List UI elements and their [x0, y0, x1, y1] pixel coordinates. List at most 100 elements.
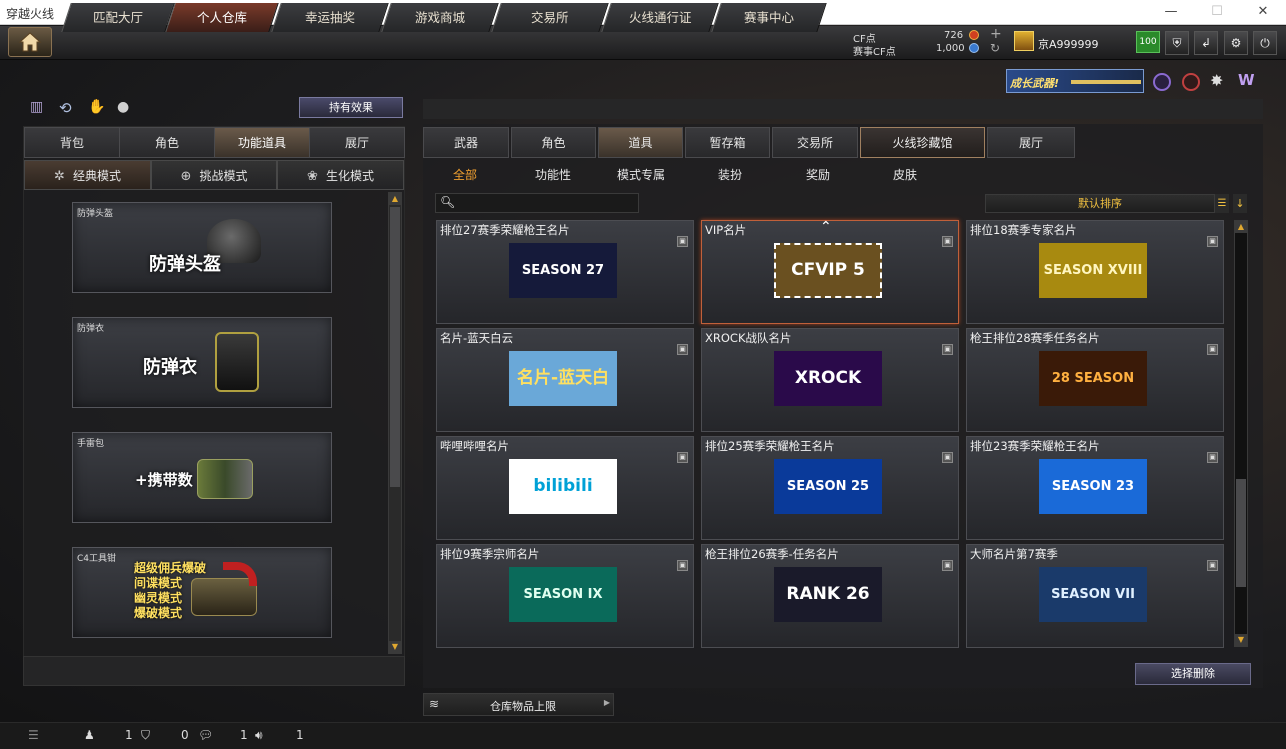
- gear-icon[interactable]: ⚙: [1224, 31, 1248, 55]
- maximize-button[interactable]: ☐: [1194, 0, 1240, 25]
- name-card[interactable]: 排位18赛季专家名片 ▣ SEASON XVIII: [966, 220, 1224, 324]
- item-grenade-pack[interactable]: 手雷包 +携带数: [72, 432, 332, 523]
- name-card[interactable]: VIP名片 ▣ CFVIP 5 ⌃: [701, 219, 959, 324]
- right-tab[interactable]: 武器: [423, 127, 509, 158]
- mode-tab[interactable]: ⊕ 挑战模式: [151, 160, 277, 190]
- item-helmet[interactable]: 防弹头盔 防弹头盔: [72, 202, 332, 293]
- friends-icon[interactable]: ♟: [84, 728, 95, 742]
- growth-weapon-banner[interactable]: 成长武器!: [1006, 69, 1144, 93]
- delete-button[interactable]: 选择删除: [1135, 663, 1251, 685]
- grenade-icon[interactable]: ●: [117, 99, 129, 115]
- scroll-up-icon[interactable]: ▲: [1235, 221, 1247, 233]
- burst-icon[interactable]: ✸: [1210, 71, 1223, 90]
- exit-arrow-icon[interactable]: ↲: [1194, 31, 1218, 55]
- nav-tab[interactable]: 火线通行证: [601, 3, 719, 32]
- minimize-button[interactable]: —: [1148, 0, 1194, 25]
- card-title: 排位27赛季荣耀枪王名片: [440, 223, 570, 237]
- lock-icon[interactable]: ▣: [942, 236, 953, 247]
- chevron-up-icon[interactable]: ⌃: [820, 219, 832, 235]
- left-scrollbar[interactable]: ▲ ▼: [388, 192, 402, 654]
- name-card[interactable]: 枪王排位28赛季任务名片 ▣ 28 SEASON: [966, 328, 1224, 432]
- item-vest[interactable]: 防弹衣 防弹衣: [72, 317, 332, 408]
- lock-icon[interactable]: ▣: [1207, 344, 1218, 355]
- lock-icon[interactable]: ▣: [677, 452, 688, 463]
- lock-icon[interactable]: ▣: [677, 236, 688, 247]
- lock-icon[interactable]: ▣: [677, 344, 688, 355]
- w-logo-icon[interactable]: W: [1238, 71, 1255, 89]
- card-title: XROCK战队名片: [705, 331, 792, 345]
- name-card[interactable]: 大师名片第7赛季 ▣ SEASON VII: [966, 544, 1224, 648]
- lock-icon[interactable]: ▣: [1207, 560, 1218, 571]
- sub-tab[interactable]: 奖励: [806, 166, 830, 183]
- sub-tab[interactable]: 全部: [453, 166, 477, 183]
- left-tab[interactable]: 功能道具: [214, 127, 310, 158]
- left-tab[interactable]: 背包: [24, 127, 120, 158]
- speaker-icon[interactable]: 🔊︎: [255, 728, 263, 743]
- add-points-icon[interactable]: +: [990, 26, 1002, 42]
- hand-icon[interactable]: ✋: [88, 99, 105, 115]
- right-scrollbar[interactable]: ▲ ▼: [1234, 220, 1248, 647]
- lock-icon[interactable]: ▣: [1207, 452, 1218, 463]
- sub-tab[interactable]: 模式专属: [617, 166, 665, 183]
- name-card[interactable]: 排位25赛季荣耀枪王名片 ▣ SEASON 25: [701, 436, 959, 540]
- name-card[interactable]: 排位9赛季宗师名片 ▣ SEASON IX: [436, 544, 694, 648]
- effect-button[interactable]: 持有效果: [299, 97, 403, 118]
- clan-shield-icon[interactable]: ⛉: [141, 728, 150, 743]
- nav-tab[interactable]: 个人仓库: [165, 3, 279, 32]
- nav-tab[interactable]: 交易所: [491, 3, 609, 32]
- sub-tab[interactable]: 装扮: [718, 166, 742, 183]
- stats-icon[interactable]: ▥: [30, 99, 43, 115]
- mode-label: 经典模式: [72, 169, 121, 183]
- scroll-up-icon[interactable]: ▲: [389, 193, 401, 205]
- nav-tab[interactable]: 游戏商城: [381, 3, 499, 32]
- lock-icon[interactable]: ▣: [942, 344, 953, 355]
- right-tab[interactable]: 火线珍藏馆: [860, 127, 985, 158]
- name-card[interactable]: XROCK战队名片 ▣ XROCK: [701, 328, 959, 432]
- close-button[interactable]: ✕: [1240, 0, 1286, 25]
- right-tab[interactable]: 展厅: [987, 127, 1075, 158]
- card-art-text: bilibili: [533, 476, 593, 496]
- lock-icon[interactable]: ▣: [942, 452, 953, 463]
- capacity-bar[interactable]: ≋ 仓库物品上限 ▶: [423, 693, 614, 716]
- lock-icon[interactable]: ▣: [1207, 236, 1218, 247]
- menu-icon[interactable]: ☰: [28, 728, 39, 742]
- mode-tab[interactable]: ❀ 生化模式: [277, 160, 404, 190]
- name-card[interactable]: 排位27赛季荣耀枪王名片 ▣ SEASON 27: [436, 220, 694, 324]
- scroll-down-icon[interactable]: ▼: [389, 641, 401, 653]
- sub-tab[interactable]: 皮肤: [893, 166, 917, 183]
- item-c4-tool[interactable]: C4工具钳 超级佣兵爆破 间谍模式 幽灵模式 爆破模式: [72, 547, 332, 638]
- right-tab[interactable]: 道具: [598, 127, 683, 158]
- right-tab[interactable]: 交易所: [772, 127, 858, 158]
- mode-tab[interactable]: ✲ 经典模式: [24, 160, 151, 190]
- lock-icon[interactable]: ▣: [942, 560, 953, 571]
- cycle-icon[interactable]: ⟲: [59, 99, 72, 117]
- left-tab[interactable]: 展厅: [309, 127, 405, 158]
- scroll-thumb[interactable]: [390, 207, 400, 487]
- chat-icon[interactable]: 💬︎: [198, 728, 213, 742]
- nav-tab[interactable]: 赛事中心: [711, 3, 827, 32]
- name-card[interactable]: 枪王排位26赛季-任务名片 ▣ RANK 26: [701, 544, 959, 648]
- name-card[interactable]: 名片-蓝天白云 ▣ 名片-蓝天白云: [436, 328, 694, 432]
- list-icon[interactable]: ☰: [1215, 194, 1229, 213]
- right-tab[interactable]: 暂存箱: [685, 127, 770, 158]
- shield-icon[interactable]: ⛨: [1165, 31, 1189, 55]
- left-tab[interactable]: 角色: [119, 127, 215, 158]
- name-card[interactable]: 哔哩哔哩名片 ▣ bilibili: [436, 436, 694, 540]
- nav-tab[interactable]: 匹配大厅: [61, 3, 175, 32]
- sub-tab[interactable]: 功能性: [535, 166, 571, 183]
- home-button[interactable]: [8, 27, 52, 57]
- power-icon[interactable]: ⏻: [1253, 31, 1277, 55]
- target-icon[interactable]: [1182, 73, 1200, 91]
- scroll-down-icon[interactable]: ▼: [1235, 634, 1247, 646]
- lock-icon[interactable]: ▣: [677, 560, 688, 571]
- sort-arrow-icon[interactable]: ↓: [1233, 194, 1247, 213]
- chat-count: 1: [240, 728, 248, 742]
- refresh-icon[interactable]: ↻: [990, 41, 1000, 55]
- emblem-icon[interactable]: [1153, 73, 1171, 91]
- scroll-thumb[interactable]: [1236, 479, 1246, 587]
- sort-dropdown[interactable]: 默认排序: [985, 194, 1215, 213]
- nav-tab[interactable]: 幸运抽奖: [271, 3, 389, 32]
- search-input[interactable]: 🔍︎: [435, 193, 639, 213]
- name-card[interactable]: 排位23赛季荣耀枪王名片 ▣ SEASON 23: [966, 436, 1224, 540]
- right-tab[interactable]: 角色: [511, 127, 596, 158]
